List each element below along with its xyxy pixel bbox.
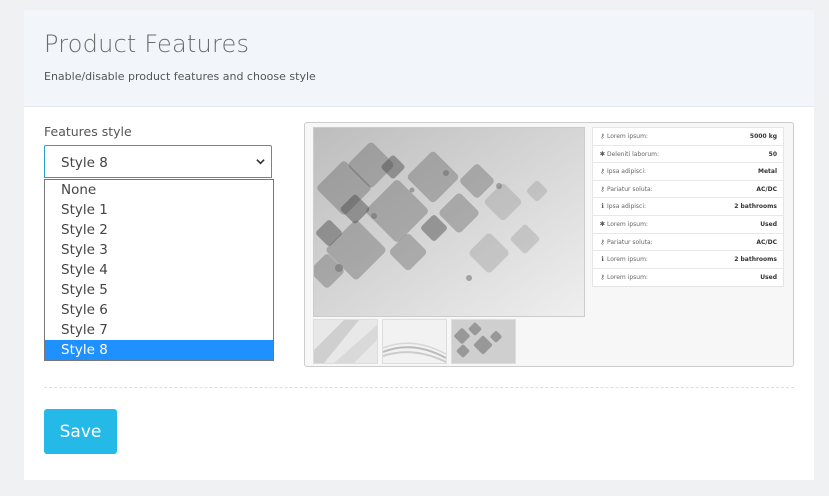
- thumbnail-1[interactable]: [313, 319, 378, 364]
- spec-value: 5000 kg: [749, 133, 777, 140]
- thumbnail-1-image: [314, 320, 377, 363]
- divider: [44, 387, 794, 388]
- spec-row: ⚷ Pariatur soluta: AC/DC: [593, 181, 783, 199]
- spec-label: Ipsa adipisci:: [607, 203, 647, 211]
- features-style-select[interactable]: Style 8: [44, 145, 272, 178]
- option-none[interactable]: None: [45, 180, 273, 200]
- info-icon: ℹ: [601, 202, 604, 211]
- key-icon: ⚷: [600, 272, 605, 281]
- option-style-1[interactable]: Style 1: [45, 200, 273, 220]
- option-style-3[interactable]: Style 3: [45, 240, 273, 260]
- spec-value: AC/DC: [756, 185, 777, 193]
- option-style-8[interactable]: Style 8: [45, 340, 273, 360]
- page-title: Product Features: [44, 30, 250, 58]
- features-style-dropdown: None Style 1 Style 2 Style 3 Style 4 Sty…: [44, 179, 274, 361]
- preview-main-image: [313, 127, 585, 317]
- spec-row: ⚷ Lorem ipsum: Used: [593, 269, 783, 287]
- spec-value: 50: [768, 150, 777, 158]
- spec-row: ℹ Ipsa adipisci: 2 bathrooms: [593, 198, 783, 216]
- product-features-panel: Product Features Enable/disable product …: [24, 10, 814, 480]
- thumbnail-2[interactable]: [382, 319, 447, 364]
- spec-label: Pariatur soluta:: [607, 185, 653, 193]
- asterisk-icon: ✱: [599, 149, 606, 158]
- spec-value: Used: [760, 273, 777, 281]
- option-style-4[interactable]: Style 4: [45, 260, 273, 280]
- chevron-down-icon: [256, 159, 265, 165]
- thumbnail-2-image: [383, 320, 446, 363]
- option-style-2[interactable]: Style 2: [45, 220, 273, 240]
- thumbnail-3-image: [452, 320, 515, 363]
- panel-header: Product Features Enable/disable product …: [24, 10, 814, 107]
- option-style-5[interactable]: Style 5: [45, 280, 273, 300]
- specs-table: ⚷ Lorem ipsum: 5000 kg ✱ Deleniti laborum: 50…: [592, 127, 784, 288]
- info-icon: ℹ: [601, 255, 604, 264]
- spec-row: ✱ Lorem ipsum: Used: [593, 216, 783, 234]
- features-style-label: Features style: [44, 124, 132, 139]
- spec-label: Deleniti laborum:: [607, 150, 660, 158]
- asterisk-icon: ✱: [599, 219, 606, 228]
- option-style-6[interactable]: Style 6: [45, 300, 273, 320]
- spec-value: Used: [760, 220, 777, 228]
- key-icon: ⚷: [600, 167, 605, 176]
- spec-row: ℹ Lorem ipsum: 2 bathrooms: [593, 251, 783, 269]
- save-button[interactable]: Save: [44, 409, 117, 454]
- thumbnail-3[interactable]: [451, 319, 516, 364]
- spec-value: AC/DC: [756, 238, 777, 246]
- spec-value: 2 bathrooms: [734, 203, 777, 211]
- spec-value: 2 bathrooms: [734, 256, 777, 264]
- spec-row: ⚷ Ipsa adipisci: Metal: [593, 163, 783, 181]
- option-style-7[interactable]: Style 7: [45, 320, 273, 340]
- spec-value: Metal: [757, 168, 777, 176]
- key-icon: ⚷: [600, 132, 605, 140]
- spec-label: Lorem ipsum:: [607, 220, 648, 228]
- select-value: Style 8: [61, 155, 108, 171]
- spec-label: Pariatur soluta:: [607, 238, 653, 246]
- spec-row: ⚷ Lorem ipsum: 5000 kg: [593, 128, 783, 146]
- spec-row: ✱ Deleniti laborum: 50: [593, 146, 783, 164]
- spec-label: Lorem ipsum:: [607, 256, 648, 264]
- abstract-squares-image: [314, 128, 584, 316]
- page-subtitle: Enable/disable product features and choo…: [44, 70, 316, 83]
- spec-row: ⚷ Pariatur soluta: AC/DC: [593, 234, 783, 252]
- style-preview: ⚷ Lorem ipsum: 5000 kg ✱ Deleniti laborum: 50…: [304, 122, 794, 367]
- spec-label: Lorem ipsum:: [607, 273, 648, 281]
- key-icon: ⚷: [600, 184, 605, 193]
- spec-label: Lorem ipsum:: [607, 133, 648, 140]
- spec-label: Ipsa adipisci:: [607, 168, 647, 176]
- key-icon: ⚷: [600, 237, 605, 246]
